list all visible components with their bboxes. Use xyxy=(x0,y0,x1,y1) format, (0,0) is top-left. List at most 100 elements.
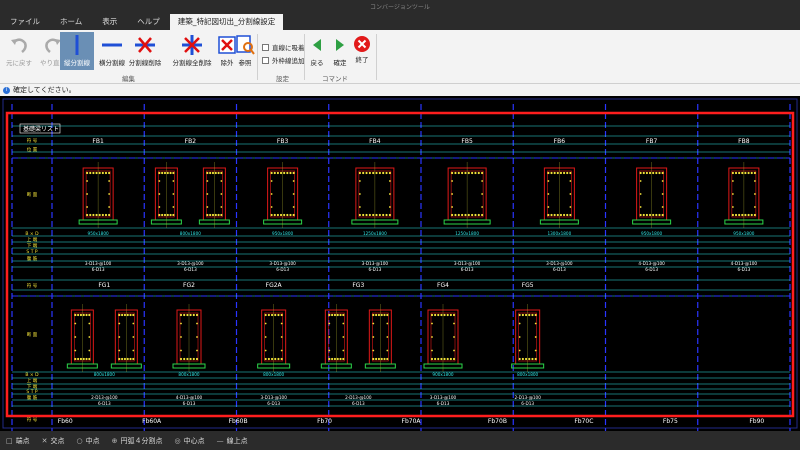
rebar-dot xyxy=(88,349,91,352)
beam-size: 800x1800 xyxy=(178,372,199,377)
rebar-dot xyxy=(372,313,375,317)
row-header: 断 面 xyxy=(27,331,38,338)
rebar-dot xyxy=(534,336,537,338)
rebar-dot xyxy=(132,357,135,361)
delete-all-split-button[interactable]: 分割線全削除 xyxy=(170,32,214,70)
rebar-dot xyxy=(457,213,460,217)
snap-endpoint[interactable]: □ 端点 xyxy=(6,436,30,446)
snap-quadrant[interactable]: ⊕ 円弧４分割点 xyxy=(112,436,163,446)
rebar-dot xyxy=(169,171,172,175)
rebar-dot xyxy=(95,213,98,217)
rebar-dot xyxy=(731,213,734,217)
tab-split-line-settings[interactable]: 建築_特記図切出_分割線設定 xyxy=(169,14,284,30)
add-outer-frame-checkbox[interactable]: 外枠線追加 xyxy=(262,55,305,65)
rebar-dot xyxy=(161,213,164,217)
rebar-dot xyxy=(741,213,744,217)
rebar-dot xyxy=(365,171,368,175)
rebar-dot xyxy=(92,213,95,217)
delete-split-icon xyxy=(135,37,155,53)
delete-split-button[interactable]: 分割線削除 xyxy=(128,32,162,70)
rebar-dot xyxy=(358,193,361,195)
beam-label: Fb60B xyxy=(229,418,248,425)
rebar-dot xyxy=(189,313,192,317)
rebar-dot xyxy=(292,206,295,208)
row-header: B × D xyxy=(25,231,39,237)
stirrup-spec: 3-D13-@100 xyxy=(260,395,287,400)
reference-icon xyxy=(236,35,255,55)
beam-size: 800x1800 xyxy=(94,372,115,377)
cross-icon: ✕ xyxy=(41,436,48,445)
tab-view[interactable]: 表示 xyxy=(92,14,127,30)
rebar-dot xyxy=(118,357,121,361)
rebar-dot xyxy=(534,349,537,352)
rebar-dot xyxy=(129,357,132,361)
snap-to-line-checkbox[interactable]: 直線に吸着 xyxy=(262,42,305,52)
snap-on-line[interactable]: — 線上点 xyxy=(217,436,248,446)
rebar-dot xyxy=(180,336,182,338)
undo-button[interactable]: 元に戻す xyxy=(2,32,36,70)
beam-section xyxy=(150,162,182,228)
rebar-dot xyxy=(180,322,182,325)
rebar-dot xyxy=(461,171,464,175)
rebar-dot xyxy=(289,213,292,217)
rebar-dot xyxy=(645,213,649,217)
row-header: 符 号 xyxy=(27,282,38,289)
beam-label: Fb75 xyxy=(663,418,678,425)
rebar-dot xyxy=(731,206,734,208)
rebar-dot xyxy=(331,313,334,317)
cad-drawing[interactable]: 符 号位 置断 面B × D上 端下 端S T P腹 筋符 号断 面B × D上… xyxy=(0,96,800,431)
rebar-dot xyxy=(531,313,534,317)
rebar-dot xyxy=(449,357,452,361)
rebar-dot xyxy=(220,180,223,182)
snap-midpoint[interactable]: ○ 中点 xyxy=(77,436,100,446)
waist-bar-spec: 6-D13 xyxy=(183,401,196,406)
rebar-dot xyxy=(372,349,375,352)
rebar-dot xyxy=(430,357,434,361)
menu-tabs: ファイル ホーム 表示 ヘルプ 建築_特記図切出_分割線設定 xyxy=(0,14,284,30)
horizontal-split-button[interactable]: 横分割線 xyxy=(95,32,129,70)
drawing-canvas[interactable]: 符 号位 置断 面B × D上 端下 端S T P腹 筋符 号断 面B × D上… xyxy=(0,96,800,431)
back-arrow-icon xyxy=(313,39,321,51)
quadrant-icon: ⊕ xyxy=(111,436,118,445)
rebar-dot xyxy=(180,349,182,352)
rebar-dot xyxy=(639,213,642,217)
rebar-dot xyxy=(214,213,217,217)
rebar-dot xyxy=(380,357,383,361)
rebar-dot xyxy=(206,171,209,175)
rebar-dot xyxy=(753,193,756,195)
rebar-dot xyxy=(454,213,457,217)
snap-center[interactable]: ◎ 中心点 xyxy=(174,436,204,446)
stirrup-spec: 3-D13-@100 xyxy=(430,395,457,400)
tab-file[interactable]: ファイル xyxy=(0,14,50,30)
rebar-dot xyxy=(386,357,389,361)
rebar-dot xyxy=(383,313,386,317)
rebar-dot xyxy=(377,313,381,317)
beam-label: Fb70B xyxy=(488,418,507,425)
rebar-dot xyxy=(471,171,474,175)
rebar-dot xyxy=(658,171,661,175)
rebar-dot xyxy=(639,206,642,208)
tab-home[interactable]: ホーム xyxy=(50,14,92,30)
beam-label: FB8 xyxy=(738,138,750,145)
rebar-dot xyxy=(163,171,167,175)
rebar-dot xyxy=(639,171,642,175)
rebar-dot xyxy=(126,357,129,361)
waist-bar-spec: 6-D13 xyxy=(267,401,280,406)
rebar-dot xyxy=(518,357,521,361)
rebar-dot xyxy=(206,193,209,195)
waist-bar-spec: 6-D13 xyxy=(352,401,365,406)
back-button[interactable]: 戻る xyxy=(305,32,329,70)
vertical-split-button[interactable]: 縦分割線 xyxy=(60,32,94,70)
beam-section xyxy=(66,304,98,372)
beam-size: 1250x1800 xyxy=(455,231,479,236)
vertical-line-icon xyxy=(75,35,79,55)
rebar-dot xyxy=(453,322,455,325)
tab-help[interactable]: ヘルプ xyxy=(127,14,170,30)
rebar-dot xyxy=(118,336,121,338)
finish-button[interactable]: 終了 xyxy=(350,32,374,70)
rebar-dot xyxy=(547,213,550,217)
rebar-dot xyxy=(77,313,80,317)
rebar-dot xyxy=(747,213,750,217)
snap-intersection[interactable]: ✕ 交点 xyxy=(42,436,65,446)
rebar-dot xyxy=(648,213,652,217)
